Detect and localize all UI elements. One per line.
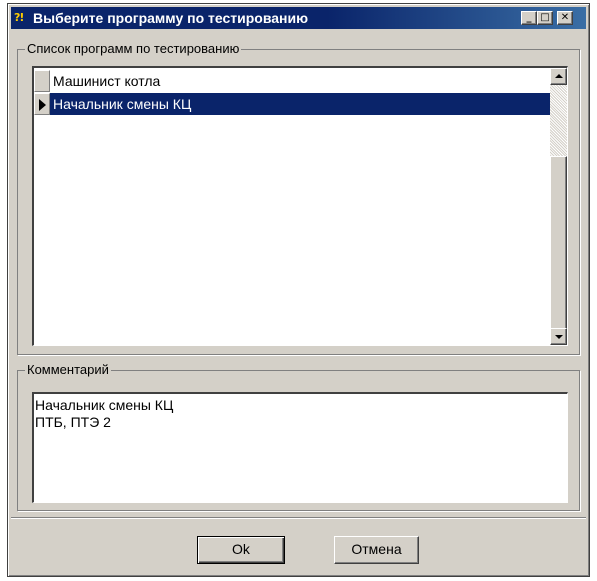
programs-legend: Список программ по тестированию [25,41,242,57]
list-item-selected[interactable]: Начальник смены КЦ [34,93,552,115]
programs-groupbox: Список программ по тестированию Машинист… [17,41,580,355]
vertical-scrollbar[interactable] [550,68,567,345]
dialog-window: ?! Выберите программу по тестированию _ … [7,3,590,577]
comment-line: Начальник смены КЦ [35,397,174,413]
list-item-label: Начальник смены КЦ [53,96,192,112]
comment-groupbox: Комментарий Начальник смены КЦ ПТБ, ПТЭ … [17,362,580,511]
row-indicator [34,70,50,92]
minimize-button[interactable]: _ [521,11,537,25]
maximize-button[interactable]: □ [537,11,553,25]
programs-list[interactable]: Машинист котла Начальник смены КЦ [32,66,568,346]
close-button[interactable]: ✕ [557,11,573,25]
ok-button[interactable]: Ok [197,536,285,564]
arrow-up-icon [555,74,563,78]
scroll-down-button[interactable] [550,328,567,345]
comment-legend: Комментарий [25,362,111,378]
list-item[interactable]: Машинист котла [34,70,552,92]
list-item-label: Машинист котла [53,73,161,89]
divider [11,517,586,519]
comment-text: Начальник смены КЦ ПТБ, ПТЭ 2 [35,397,173,431]
comment-line: ПТБ, ПТЭ 2 [35,414,111,430]
title-bar[interactable]: ?! Выберите программу по тестированию _ … [11,7,586,29]
scroll-up-button[interactable] [550,68,567,85]
window-title: Выберите программу по тестированию [33,10,309,26]
question-exclamation-icon: ?! [14,11,24,24]
arrow-down-icon [555,335,563,339]
comment-memo[interactable]: Начальник смены КЦ ПТБ, ПТЭ 2 [32,392,568,503]
scroll-thumb[interactable] [550,156,567,330]
row-indicator [34,93,50,115]
cancel-button[interactable]: Отмена [334,536,419,564]
current-row-arrow-icon [39,99,46,111]
